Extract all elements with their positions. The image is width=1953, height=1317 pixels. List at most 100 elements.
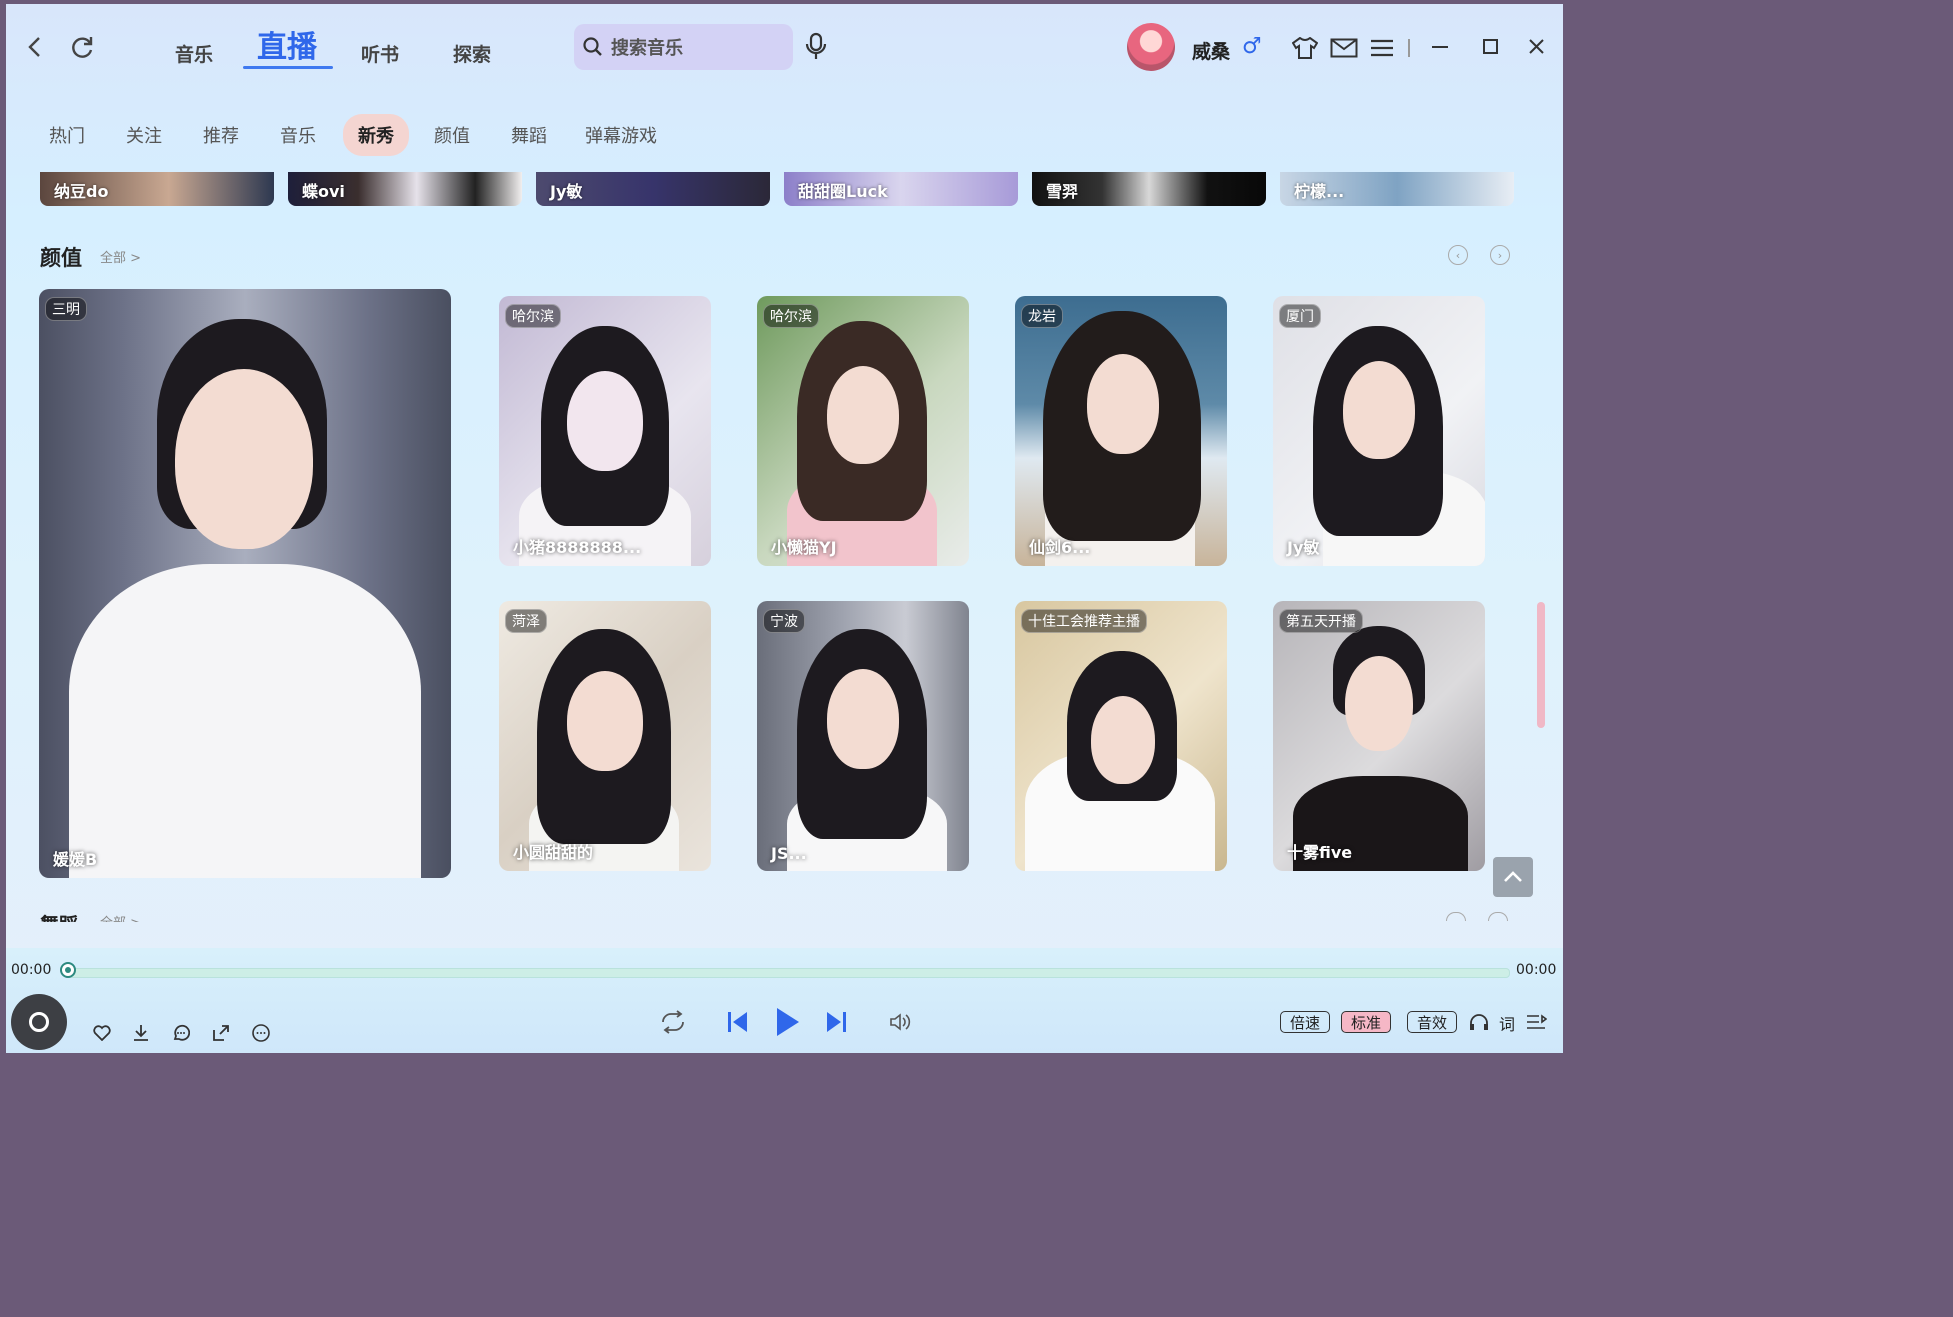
- play-icon[interactable]: [773, 1004, 803, 1040]
- voice-search-icon[interactable]: [803, 30, 829, 62]
- comment-icon[interactable]: [171, 1023, 191, 1043]
- active-tab-indicator: [243, 66, 333, 69]
- card-anchor-name: 媛媛B: [53, 850, 98, 869]
- strip-card[interactable]: 柠檬...: [1280, 172, 1514, 206]
- card-location-tag: 龙岩: [1021, 304, 1063, 328]
- live-room-card[interactable]: 厦门 Jy敏: [1273, 296, 1485, 566]
- back-to-top-button[interactable]: [1493, 857, 1533, 897]
- card-location-tag: 厦门: [1279, 304, 1321, 328]
- live-room-card[interactable]: 十佳工会推荐主播: [1015, 601, 1227, 871]
- category-recommend[interactable]: 推荐: [203, 122, 239, 148]
- scrollbar[interactable]: [1537, 602, 1545, 728]
- strip-card[interactable]: 纳豆do: [40, 172, 274, 206]
- minimize-icon[interactable]: [1432, 42, 1448, 52]
- live-room-card[interactable]: 宁波 JS...: [757, 601, 969, 871]
- tab-audiobook[interactable]: 听书: [361, 40, 399, 67]
- card-thumbnail: [1343, 361, 1415, 459]
- strip-card-name: 纳豆do: [54, 182, 109, 201]
- heart-icon[interactable]: [92, 1023, 112, 1043]
- card-thumbnail: [567, 371, 643, 471]
- refresh-icon[interactable]: [68, 34, 96, 62]
- card-thumbnail: [1345, 656, 1413, 751]
- next-page-icon[interactable]: [1488, 912, 1508, 921]
- card-anchor-name: 小懒猫YJ: [771, 538, 837, 557]
- app-window: 音乐 直播 听书 探索 搜索音乐 威桑 ♂ 热门 关注 推荐 音乐 新秀 颜值 …: [6, 4, 1563, 1053]
- strip-card-name: 甜甜圈Luck: [798, 182, 888, 201]
- section-view-all[interactable]: 全部 >: [100, 912, 141, 922]
- mail-icon[interactable]: [1330, 37, 1358, 59]
- section-view-all[interactable]: 全部 >: [100, 247, 141, 266]
- live-room-card[interactable]: 哈尔滨 小懒猫YJ: [757, 296, 969, 566]
- top-bar: 音乐 直播 听书 探索 搜索音乐 威桑 ♂: [6, 4, 1563, 90]
- headphone-icon[interactable]: [1468, 1012, 1490, 1032]
- prev-page-icon[interactable]: [1446, 912, 1466, 921]
- next-icon[interactable]: [824, 1008, 848, 1036]
- download-icon[interactable]: [131, 1023, 151, 1043]
- category-music[interactable]: 音乐: [280, 122, 316, 148]
- tab-live[interactable]: 直播: [257, 22, 317, 66]
- prev-page-icon[interactable]: ‹: [1448, 245, 1468, 265]
- volume-icon[interactable]: [888, 1010, 912, 1034]
- card-anchor-name: Jy敏: [1287, 538, 1320, 557]
- live-room-card[interactable]: 哈尔滨 小猪8888888...: [499, 296, 711, 566]
- card-location-tag: 第五天开播: [1279, 609, 1363, 633]
- strip-card-name: 柠檬...: [1294, 182, 1345, 201]
- toolbar-divider: [1408, 39, 1410, 57]
- back-icon[interactable]: [22, 34, 46, 60]
- live-room-card[interactable]: 龙岩 仙剑6...: [1015, 296, 1227, 566]
- search-placeholder: 搜索音乐: [611, 38, 683, 59]
- category-hot[interactable]: 热门: [49, 122, 85, 148]
- category-dance[interactable]: 舞蹈: [511, 122, 547, 148]
- next-page-icon[interactable]: ›: [1490, 245, 1510, 265]
- chevron-up-icon: [1504, 871, 1522, 882]
- maximize-icon[interactable]: [1482, 38, 1498, 54]
- card-thumbnail: [69, 564, 421, 878]
- category-newcomer[interactable]: 新秀: [343, 114, 409, 156]
- sound-effect-button[interactable]: 音效: [1407, 1011, 1458, 1033]
- strip-card[interactable]: 雪羿: [1032, 172, 1266, 206]
- menu-icon[interactable]: [1370, 37, 1394, 59]
- card-thumbnail: [1091, 696, 1155, 784]
- strip-card-name: 蝶ovi: [302, 182, 345, 201]
- card-anchor-name: 小圆甜甜的: [513, 843, 594, 862]
- current-time: 00:00: [11, 962, 52, 978]
- user-name[interactable]: 威桑: [1192, 37, 1230, 64]
- card-location-tag: 三明: [45, 297, 87, 321]
- previous-icon[interactable]: [726, 1008, 750, 1036]
- skin-icon[interactable]: [1292, 36, 1318, 60]
- progress-bar[interactable]: [66, 968, 1510, 978]
- strip-card[interactable]: 蝶ovi: [288, 172, 522, 206]
- playlist-icon[interactable]: [1526, 1012, 1548, 1032]
- progress-knob[interactable]: [60, 962, 76, 978]
- close-icon[interactable]: [1528, 38, 1544, 54]
- strip-card[interactable]: Jy敏: [536, 172, 770, 206]
- card-location-tag: 哈尔滨: [505, 304, 561, 328]
- category-looks[interactable]: 颜值: [434, 122, 470, 148]
- search-icon: [583, 37, 603, 57]
- male-icon: ♂: [1242, 34, 1262, 59]
- speed-button[interactable]: 倍速: [1280, 1011, 1331, 1033]
- card-anchor-name: 小猪8888888...: [513, 538, 642, 557]
- previous-section-strip: 纳豆do 蝶ovi Jy敏 甜甜圈Luck 雪羿 柠檬...: [40, 172, 1520, 206]
- tab-explore[interactable]: 探索: [453, 40, 491, 67]
- tab-music[interactable]: 音乐: [175, 40, 213, 67]
- avatar[interactable]: [1127, 23, 1175, 71]
- album-cover[interactable]: [11, 994, 67, 1050]
- card-thumbnail: [1087, 354, 1159, 454]
- repeat-icon[interactable]: [659, 1008, 687, 1036]
- lyrics-button[interactable]: 词: [1499, 1011, 1515, 1035]
- strip-card[interactable]: 甜甜圈Luck: [784, 172, 1018, 206]
- category-follow[interactable]: 关注: [126, 122, 162, 148]
- live-room-card[interactable]: 菏泽 小圆甜甜的: [499, 601, 711, 871]
- category-danmaku-games[interactable]: 弹幕游戏: [585, 122, 657, 148]
- search-input[interactable]: 搜索音乐: [574, 24, 793, 70]
- total-time: 00:00: [1516, 962, 1557, 978]
- more-icon[interactable]: [251, 1023, 271, 1043]
- card-thumbnail: [175, 369, 313, 549]
- quality-button[interactable]: 标准: [1341, 1011, 1392, 1033]
- live-room-card[interactable]: 第五天开播 十雾five: [1273, 601, 1485, 871]
- card-anchor-name: 仙剑6...: [1029, 538, 1091, 557]
- share-icon[interactable]: [211, 1023, 231, 1043]
- live-room-card[interactable]: 三明 媛媛B: [39, 289, 451, 878]
- section-title-looks: 颜值: [40, 246, 82, 270]
